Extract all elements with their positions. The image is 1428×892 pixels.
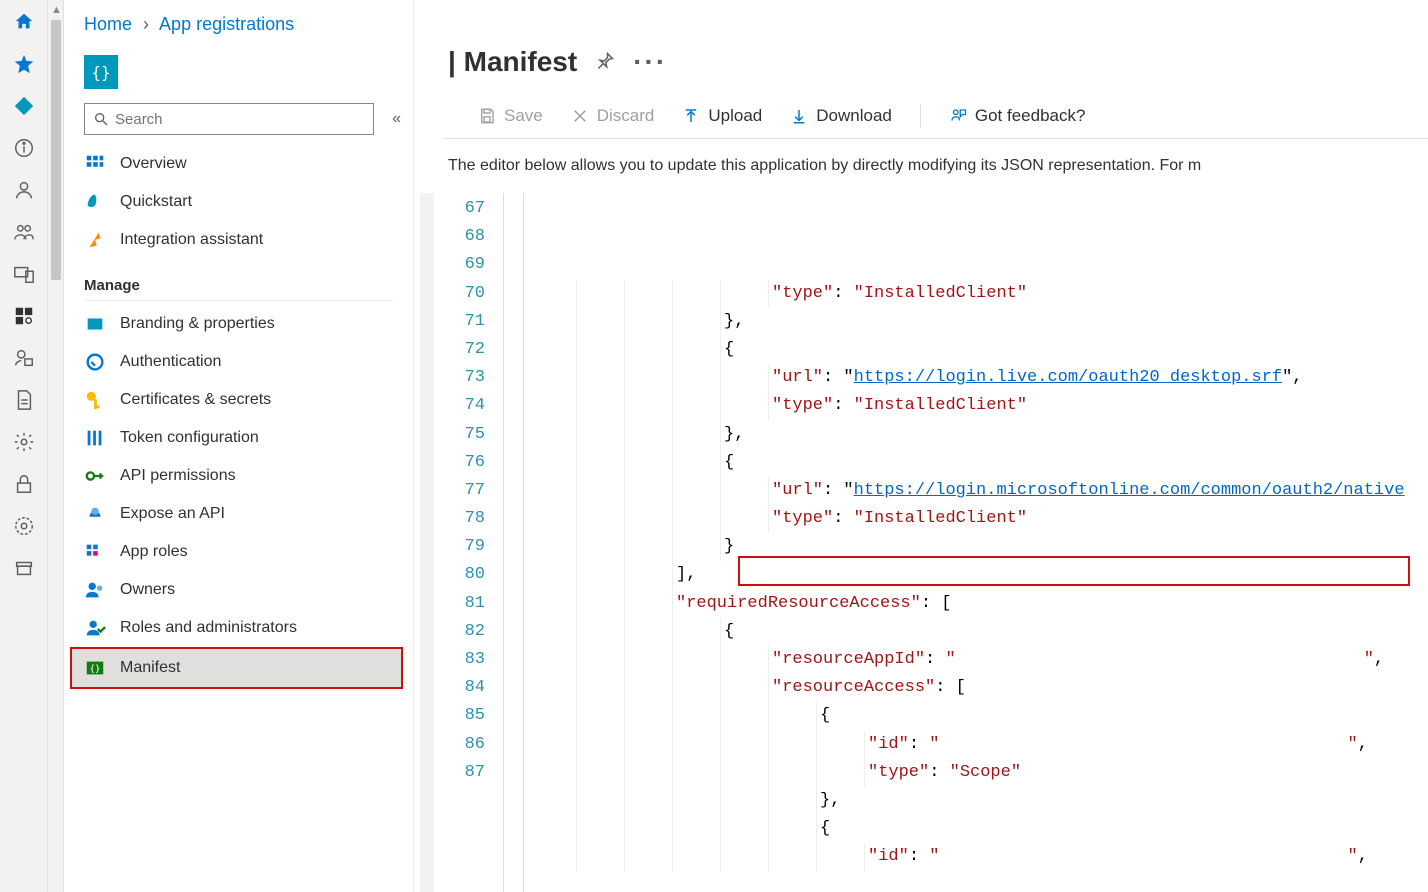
svg-text:{}: {}: [89, 664, 100, 675]
overview-icon: [84, 153, 106, 175]
app-roles-icon: [84, 541, 106, 563]
page-titlebar: | Manifest ···: [414, 0, 1428, 90]
branding-icon: [84, 313, 106, 335]
nav-group-manage: Manage: [84, 267, 393, 301]
app-icon: {}: [84, 55, 118, 89]
rail-settings-icon[interactable]: [10, 428, 38, 456]
key-icon: [84, 389, 106, 411]
authentication-icon: [84, 351, 106, 373]
breadcrumb: Home › App registrations: [64, 14, 413, 47]
rail-devices-icon[interactable]: [10, 260, 38, 288]
rail-lock-icon[interactable]: [10, 470, 38, 498]
rail-health-icon[interactable]: [10, 512, 38, 540]
nav-label: Integration assistant: [120, 231, 263, 249]
api-permissions-icon: [84, 465, 106, 487]
save-label: Save: [504, 106, 543, 126]
nav-overview[interactable]: Overview: [64, 145, 413, 183]
rail-diamond-icon[interactable]: [10, 92, 38, 120]
nav-owners[interactable]: Owners: [64, 571, 413, 609]
rail-protect-icon[interactable]: [10, 344, 38, 372]
nav-label: API permissions: [120, 467, 236, 485]
nav-label: Expose an API: [120, 505, 225, 523]
upload-button[interactable]: Upload: [682, 106, 762, 126]
scroll-thumb[interactable]: [51, 20, 61, 280]
rail-scrollbar[interactable]: ▲: [48, 0, 64, 892]
collapse-sidebar-button[interactable]: «: [392, 110, 401, 128]
rail-apps-icon[interactable]: [10, 302, 38, 330]
nav-label: Manifest: [120, 659, 180, 677]
download-label: Download: [816, 106, 892, 126]
code-area[interactable]: "type": "InstalledClient"},{"url": "http…: [524, 193, 1428, 892]
nav-api-permissions[interactable]: API permissions: [64, 457, 413, 495]
nav-token-configuration[interactable]: Token configuration: [64, 419, 413, 457]
quickstart-icon: [84, 191, 106, 213]
upload-label: Upload: [708, 106, 762, 126]
nav-label: Branding & properties: [120, 315, 275, 333]
nav-manifest[interactable]: {} Manifest: [70, 647, 403, 689]
toolbar-divider: [920, 104, 921, 128]
roles-admin-icon: [84, 617, 106, 639]
json-editor[interactable]: 6768697071727374757677787980818283848586…: [420, 193, 1428, 892]
discard-label: Discard: [597, 106, 655, 126]
line-number-gutter: 6768697071727374757677787980818283848586…: [420, 193, 504, 892]
scroll-up-icon[interactable]: ▲: [51, 4, 62, 16]
integration-icon: [84, 229, 106, 251]
nav-label: App roles: [120, 543, 188, 561]
main-content: | Manifest ··· Save Discard Upload Downl…: [414, 0, 1428, 892]
owners-icon: [84, 579, 106, 601]
nav-label: Certificates & secrets: [120, 391, 271, 409]
feedback-button[interactable]: Got feedback?: [949, 106, 1086, 126]
nav-label: Quickstart: [120, 193, 192, 211]
feedback-label: Got feedback?: [975, 106, 1086, 126]
breadcrumb-sep: ›: [143, 14, 149, 34]
nav-expose-api[interactable]: Expose an API: [64, 495, 413, 533]
sidebar: Home › App registrations {} « Overview Q…: [64, 0, 414, 892]
breadcrumb-page[interactable]: App registrations: [159, 14, 294, 34]
nav-certificates-secrets[interactable]: Certificates & secrets: [64, 381, 413, 419]
editor-description: The editor below allows you to update th…: [414, 139, 1428, 193]
nav-branding[interactable]: Branding & properties: [64, 305, 413, 343]
breadcrumb-home[interactable]: Home: [84, 14, 132, 34]
toolbar: Save Discard Upload Download Got feedbac…: [444, 90, 1428, 139]
nav-label: Overview: [120, 155, 187, 173]
token-icon: [84, 427, 106, 449]
nav-label: Authentication: [120, 353, 221, 371]
left-rail: [0, 0, 48, 892]
sidebar-nav: Overview Quickstart Integration assistan…: [64, 145, 413, 699]
download-button[interactable]: Download: [790, 106, 892, 126]
rail-info-icon[interactable]: [10, 134, 38, 162]
rail-user-icon[interactable]: [10, 176, 38, 204]
search-input[interactable]: [115, 111, 365, 128]
more-icon[interactable]: ···: [633, 46, 667, 78]
nav-authentication[interactable]: Authentication: [64, 343, 413, 381]
rail-archive-icon[interactable]: [10, 554, 38, 582]
nav-roles-administrators[interactable]: Roles and administrators: [64, 609, 413, 647]
nav-label: Token configuration: [120, 429, 259, 447]
discard-button[interactable]: Discard: [571, 106, 655, 126]
rail-favorite-icon[interactable]: [10, 50, 38, 78]
nav-label: Roles and administrators: [120, 619, 297, 637]
rail-group-icon[interactable]: [10, 218, 38, 246]
nav-integration-assistant[interactable]: Integration assistant: [64, 221, 413, 259]
manifest-icon: {}: [84, 657, 106, 679]
search-icon: [93, 111, 109, 127]
nav-quickstart[interactable]: Quickstart: [64, 183, 413, 221]
fold-gutter: [504, 193, 524, 892]
expose-api-icon: [84, 503, 106, 525]
page-title: | Manifest: [448, 46, 577, 78]
sidebar-search[interactable]: [84, 103, 374, 135]
nav-label: Owners: [120, 581, 175, 599]
rail-home-icon[interactable]: [10, 8, 38, 36]
nav-app-roles[interactable]: App roles: [64, 533, 413, 571]
rail-doc-icon[interactable]: [10, 386, 38, 414]
pin-icon[interactable]: [595, 46, 615, 78]
save-button[interactable]: Save: [478, 106, 543, 126]
